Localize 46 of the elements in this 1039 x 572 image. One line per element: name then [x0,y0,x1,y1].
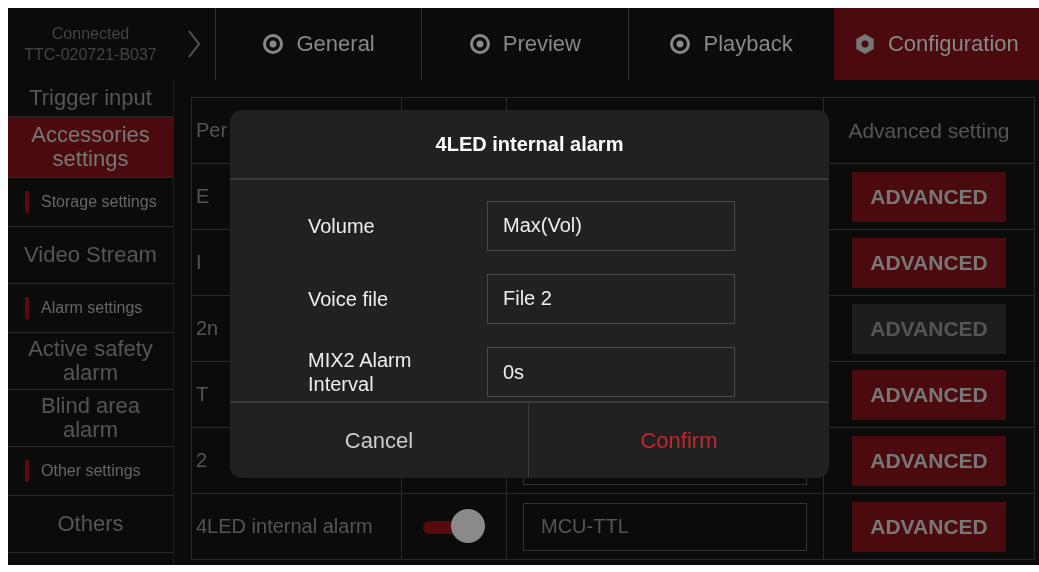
gear-icon [853,33,876,55]
connection-status: Connected [51,24,130,44]
tab[interactable]: Configuration [833,8,1039,80]
input-field[interactable]: 0s [487,347,735,398]
field-label: Voice file [308,287,390,311]
section-marker [25,297,29,319]
row-label: T [196,383,209,406]
sidebar-item[interactable]: Active safety alarm [8,333,173,390]
sidebar-item[interactable]: Accessories settings [8,117,173,178]
row-label: 2 [196,449,208,472]
section-marker [25,191,29,213]
toggle-switch[interactable] [423,508,485,545]
section-marker [25,460,29,482]
input-field[interactable]: MCU-TTL [523,502,807,551]
column-header: Advanced setting [848,118,1010,143]
section-heading: Alarm settings [41,299,143,317]
sidebar-item[interactable]: Video Stream [8,227,173,284]
advanced-button[interactable]: ADVANCED [852,369,1006,420]
confirm-button[interactable]: Confirm [528,403,829,478]
tab[interactable]: Playback [627,8,834,80]
radio-icon [262,33,285,55]
device-id: TTC-020721-B037 [24,45,157,65]
row-label: E [196,185,210,208]
input-field[interactable]: File 2 [487,274,735,324]
tab[interactable]: Preview [421,8,628,80]
column-header: Per [196,119,228,142]
row-label: I [196,251,202,274]
radio-icon [669,33,692,55]
sidebar-item[interactable]: Others [8,496,173,553]
advanced-button[interactable]: ADVANCED [852,237,1006,288]
radio-icon [468,33,491,55]
advanced-button[interactable]: ADVANCED [852,435,1006,486]
input-field[interactable]: Max(Vol) [487,200,735,251]
dialog-title: 4LED internal alarm [230,110,829,180]
advanced-button[interactable]: ADVANCED [852,171,1006,222]
row-label: 4LED internal alarm [196,515,373,538]
chevron-icon [187,29,201,59]
advanced-button[interactable]: ADVANCED [852,501,1006,552]
cancel-button[interactable]: Cancel [230,403,528,478]
field-label: Volume [308,213,376,238]
row-label: 2n [196,317,219,340]
tab[interactable]: General [215,8,422,80]
field-label: MIX2 Alarm Interval [308,348,413,397]
section-heading: Storage settings [41,193,157,211]
sidebar-item[interactable]: Blind area alarm [8,390,173,447]
section-heading: Other settings [41,462,141,480]
